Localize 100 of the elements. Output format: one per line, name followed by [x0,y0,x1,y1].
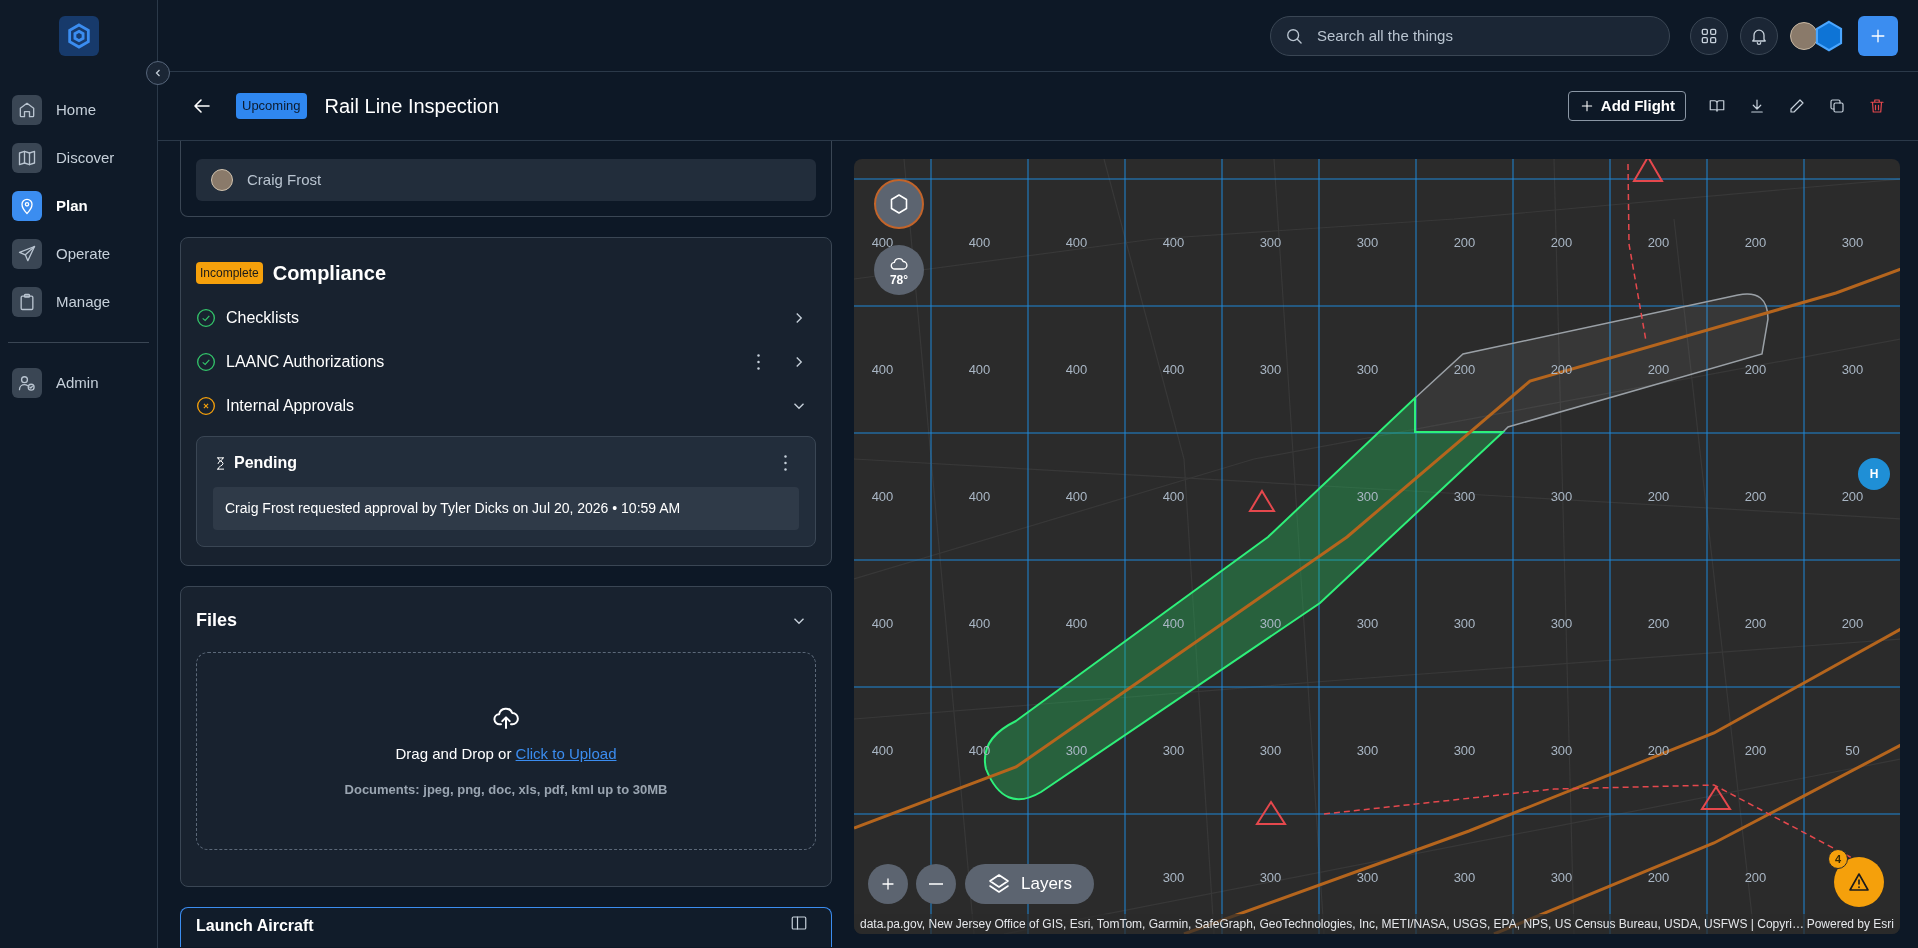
compliance-row[interactable]: LAANC Authorizations [196,340,816,384]
altitude-label: 400 [1065,614,1088,633]
search-field[interactable]: Search all the things [1270,15,1670,56]
altitude-label: 300 [1356,360,1379,379]
map-attribution: data.pa.gov, New Jersey Office of GIS, Esri, TomTom, Garmin, SafeGraph, GeoTechnologies, Inc, METI/NASA, USGS, EPA, NPS, US Census Bureau, USDA, USFWS | Copyri… [860,916,1804,933]
altitude-label: 200 [1647,360,1670,379]
altitude-label: 200 [1841,614,1864,633]
collapse-button[interactable] [146,61,170,85]
more-vertical-icon[interactable] [784,455,787,471]
drop-instruction: Drag and Drop or [395,745,512,762]
file-dropzone[interactable]: Drag and Drop or Click to Upload Documents: jpeg, png, doc, xls, pdf, kml up to 30MB [196,652,816,850]
altitude-label: 300 [1550,868,1573,887]
delete-button[interactable] [1868,97,1886,115]
nav-item[interactable]: Operate [0,234,157,274]
alert-count-badge: 4 [1828,849,1848,869]
altitude-label: 300 [1356,741,1379,760]
altitude-label: 300 [1065,741,1088,760]
zoom-out-button[interactable] [916,864,956,904]
altitude-label: 200 [1744,487,1767,506]
altitude-label: 400 [1162,360,1185,379]
compliance-status-badge: Incomplete [196,262,263,284]
user-check-icon [17,373,37,393]
nav-label: Manage [56,291,111,312]
home-icon [17,100,37,120]
zoom-in-button[interactable] [868,864,908,904]
nav-item[interactable]: Discover [0,138,157,178]
compliance-label: Internal Approvals [226,396,355,416]
hazard-marker [1700,785,1732,810]
nav-item[interactable]: Plan [0,186,157,226]
user-avatar[interactable] [1790,21,1818,50]
warning-triangle-icon [1847,870,1871,894]
altitude-label: 300 [1356,233,1379,252]
altitude-label: 200 [1841,487,1864,506]
edit-button[interactable] [1788,97,1806,115]
nav-item[interactable]: Manage [0,282,157,322]
altitude-label: 300 [1453,614,1476,633]
map-logo-button[interactable] [874,179,924,229]
copy-icon [1828,97,1846,115]
nav-item[interactable]: Home [0,90,157,130]
altitude-label: 400 [871,487,894,506]
section-title: Compliance [272,261,387,286]
altitude-label: 300 [1550,614,1573,633]
altitude-label: 300 [1356,487,1379,506]
trash-icon [1868,97,1886,115]
notifications-button[interactable] [1740,16,1778,55]
altitude-label: 200 [1744,614,1767,633]
altitude-label: 400 [871,614,894,633]
altitude-label: 400 [1065,233,1088,252]
compliance-row[interactable]: Checklists [196,296,816,340]
book-button[interactable] [1708,97,1726,115]
upload-link[interactable]: Click to Upload [515,745,617,762]
altitude-label: 200 [1744,741,1767,760]
layers-button[interactable]: Layers [965,864,1095,904]
add-flight-button[interactable]: Add Flight [1567,91,1686,121]
page-title: Rail Line Inspection [324,94,500,119]
download-icon [1748,97,1766,115]
altitude-label: 50 [1845,741,1860,760]
duplicate-button[interactable] [1828,97,1846,115]
compliance-label: LAANC Authorizations [226,352,385,372]
compliance-row[interactable]: Internal Approvals [196,384,816,428]
altitude-label: 300 [1453,487,1476,506]
altitude-label: 300 [1259,741,1282,760]
altitude-label: 300 [1259,360,1282,379]
hazard-marker [1632,159,1664,182]
altitude-label: 400 [1162,233,1185,252]
app-logo[interactable] [58,16,99,56]
altitude-label: 300 [1841,360,1864,379]
more-vertical-icon[interactable] [757,354,760,370]
altitude-label: 400 [1162,487,1185,506]
section-title: Launch Aircraft [196,916,314,936]
altitude-label: 200 [1647,868,1670,887]
altitude-label: 200 [1744,233,1767,252]
pencil-icon [1788,97,1806,115]
altitude-label: 400 [968,360,991,379]
nav-item[interactable]: Admin [0,363,157,403]
altitude-label: 300 [1356,614,1379,633]
altitude-label: 300 [1453,868,1476,887]
apps-button[interactable] [1690,16,1728,55]
compliance-label: Checklists [226,308,299,328]
nav-label: Home [56,99,96,120]
book-open-icon [1708,97,1726,115]
altitude-label: 200 [1647,487,1670,506]
altitude-label: 400 [968,614,991,633]
altitude-label: 200 [1744,868,1767,887]
approval-message: Craig Frost requested approval by Tyler Dicks on Jul 20, 2026 • 10:59 AM [213,487,799,530]
altitude-label: 300 [1259,868,1282,887]
altitude-label: 300 [1259,614,1282,633]
nav-label: Admin [56,372,99,393]
altitude-label: 200 [1744,360,1767,379]
status-badge: Upcoming [236,93,307,119]
altitude-label: 200 [1647,233,1670,252]
file-types-hint: Documents: jpeg, png, doc, xls, pdf, kml up to 30MB [344,780,668,799]
altitude-label: 200 [1453,360,1476,379]
paper-plane-icon [17,244,37,264]
download-button[interactable] [1748,97,1766,115]
altitude-label: 200 [1453,233,1476,252]
create-button[interactable] [1858,15,1898,56]
alerts-button[interactable] [1834,857,1884,907]
altitude-label: 200 [1550,233,1573,252]
heliport-marker[interactable]: H [1858,458,1890,490]
